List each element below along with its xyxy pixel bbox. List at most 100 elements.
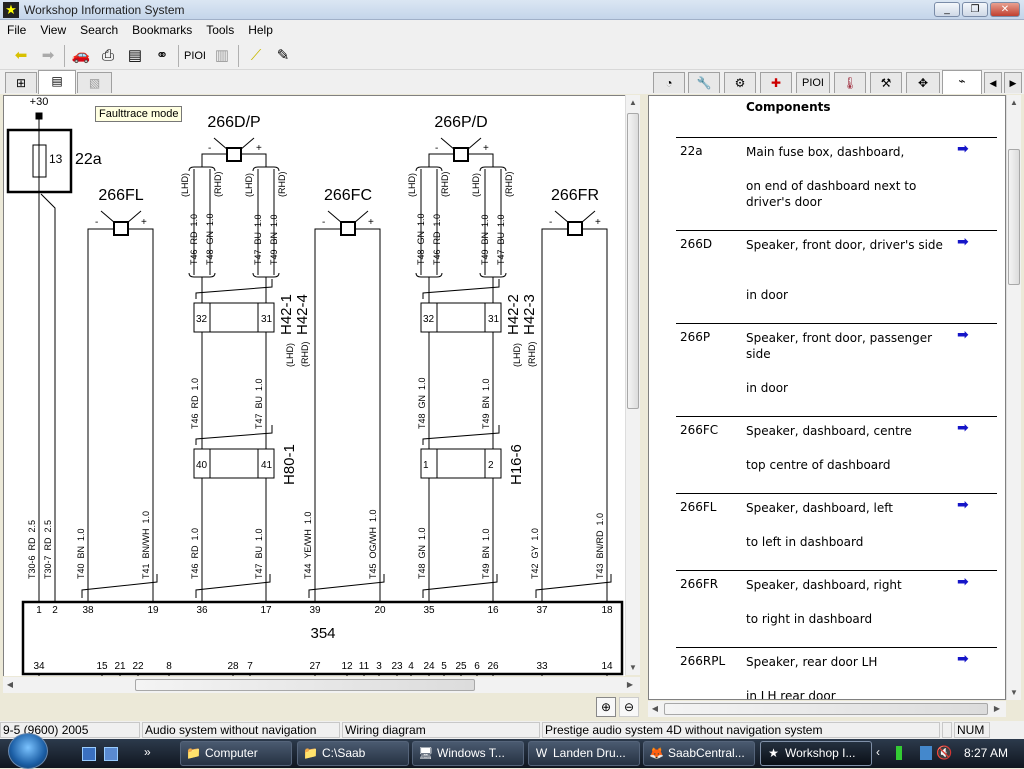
arrow-right-icon[interactable]: ➡ bbox=[957, 651, 969, 667]
tab-gears[interactable]: ⚙ bbox=[724, 72, 756, 93]
scroll-up-arrow[interactable]: ▲ bbox=[1007, 98, 1021, 107]
scroll-down-arrow[interactable]: ▼ bbox=[1007, 688, 1021, 697]
quicklaunch-more-icon[interactable]: » bbox=[144, 745, 151, 759]
components-vertical-scrollbar[interactable]: ▲ ▼ bbox=[1006, 95, 1021, 700]
tab-wiring[interactable]: ⌁ bbox=[942, 70, 982, 94]
diagram-horizontal-scrollbar[interactable]: ◀ ▶ bbox=[3, 677, 640, 693]
scroll-right-arrow[interactable]: ▶ bbox=[623, 680, 637, 689]
wire-label: T48 GN 1.0 bbox=[417, 527, 427, 579]
components-horizontal-scrollbar[interactable]: ◀ ▶ bbox=[648, 701, 1006, 717]
scroll-thumb[interactable] bbox=[135, 679, 475, 691]
connectors: 32 31 40 41 H42-1 H42-4 (LHD) (RHD) H80-1 T46 RD … bbox=[190, 279, 538, 485]
tab-gauge[interactable]: ◔ bbox=[653, 72, 685, 93]
tab-first-aid[interactable]: ✚ bbox=[760, 72, 792, 93]
arrow-right-icon[interactable]: ➡ bbox=[957, 234, 969, 250]
wire-label: T49 BN 1.0 bbox=[480, 214, 490, 265]
pioi-button[interactable]: PIOI bbox=[183, 45, 207, 67]
lhd-label: (LHD) bbox=[244, 173, 254, 197]
supply-label: +30 bbox=[30, 96, 49, 108]
tab-diagram[interactable]: ▧ bbox=[77, 72, 112, 93]
show-desktop-icon[interactable] bbox=[82, 747, 96, 761]
tab-document[interactable]: ▤ bbox=[38, 70, 76, 94]
tech2-icon[interactable]: ▥ bbox=[210, 45, 234, 67]
wrench-icon: 🔧 bbox=[696, 76, 712, 90]
tab-scroll-left[interactable]: ◀ bbox=[984, 72, 1002, 93]
scroll-thumb[interactable] bbox=[664, 703, 988, 715]
close-button[interactable]: ✕ bbox=[990, 2, 1020, 17]
zoom-out-icon[interactable]: ⊖ bbox=[619, 697, 639, 717]
menu-view[interactable]: View bbox=[33, 20, 73, 38]
connector-right_connectors[interactable]: 32 31 1 2 H42-2 H42-3 (LHD) (RHD) H16-6 T48 GN 1.… bbox=[417, 279, 538, 485]
tray-volume-icon[interactable]: 🔇 bbox=[936, 745, 952, 761]
menu-file[interactable]: File bbox=[0, 20, 33, 38]
scroll-thumb[interactable] bbox=[1008, 149, 1020, 285]
tab-wrench[interactable]: 🔧 bbox=[688, 72, 720, 93]
minus-label: - bbox=[322, 217, 325, 228]
menu-search[interactable]: Search bbox=[73, 20, 125, 38]
speaker-label: 266D/P bbox=[207, 114, 260, 131]
arrow-right-icon[interactable]: ➡ bbox=[957, 574, 969, 590]
pin-label: 14 bbox=[601, 661, 613, 672]
component-name: Speaker, dashboard, centre bbox=[746, 424, 912, 438]
back-arrow-icon[interactable]: ⬅ bbox=[9, 45, 33, 67]
connector-left_connectors[interactable]: 32 31 40 41 H42-1 H42-4 (LHD) (RHD) H80-1 T46 RD … bbox=[190, 279, 311, 485]
minimize-button[interactable]: _ bbox=[934, 2, 960, 17]
connector-label: H16-6 bbox=[508, 444, 525, 485]
taskbar-item[interactable]: W Landen Dru... bbox=[528, 741, 640, 766]
unit-354[interactable]: 354 1 2 38 19 36 17 39 20 35 16 37 1834 15 21 22 8 28 7 27… bbox=[21, 600, 624, 676]
tab-tree[interactable]: ⊞ bbox=[5, 72, 37, 93]
wiring-diagram[interactable]: +30 13 22a 266FL - +266FC - +266FR - +266D/P - +… bbox=[3, 95, 625, 676]
wire-label: T42 GY 1.0 bbox=[530, 528, 540, 579]
note-icon[interactable]: ✎ bbox=[271, 45, 295, 67]
taskbar-item[interactable]: 🖥 Windows T... bbox=[412, 741, 524, 766]
tray-expand-icon[interactable]: ‹ bbox=[876, 745, 880, 759]
tab-move[interactable]: ✥ bbox=[906, 72, 940, 93]
scroll-thumb[interactable] bbox=[627, 113, 639, 409]
scroll-left-arrow[interactable]: ◀ bbox=[648, 704, 662, 713]
scroll-up-arrow[interactable]: ▲ bbox=[626, 98, 640, 107]
maximize-button[interactable]: ❐ bbox=[962, 2, 988, 17]
taskbar-app-icon: 🖥 bbox=[418, 746, 434, 760]
component-row: 266FC Speaker, dashboard, centre top cen… bbox=[676, 416, 997, 493]
zoom-in-icon[interactable]: ⊕ bbox=[596, 697, 616, 717]
menu-bookmarks[interactable]: Bookmarks bbox=[125, 20, 199, 38]
scroll-down-arrow[interactable]: ▼ bbox=[626, 663, 640, 672]
ruler-icon[interactable]: ⟋ bbox=[244, 45, 268, 67]
tab-thermometer[interactable]: 🌡 bbox=[834, 72, 866, 93]
wire-label: T49 BN 1.0 bbox=[481, 378, 491, 429]
scroll-left-arrow[interactable]: ◀ bbox=[3, 680, 17, 689]
rhd-label: (RHD) bbox=[504, 172, 514, 198]
arrow-right-icon[interactable]: ➡ bbox=[957, 141, 969, 157]
pin-label: 20 bbox=[374, 605, 386, 616]
menu-help[interactable]: Help bbox=[241, 20, 280, 38]
print-icon[interactable]: ⎙ bbox=[96, 45, 120, 67]
tray-battery-icon[interactable] bbox=[896, 746, 902, 760]
diagram-vertical-scrollbar[interactable]: ▲ ▼ bbox=[625, 95, 640, 675]
menu-tools[interactable]: Tools bbox=[199, 20, 241, 38]
binoculars-icon[interactable]: ⚭ bbox=[150, 45, 174, 67]
tray-network-icon[interactable] bbox=[920, 746, 932, 760]
taskbar-item[interactable]: ★ Workshop I... bbox=[760, 741, 872, 766]
tab-pioi[interactable]: PIOI bbox=[796, 72, 830, 93]
forward-arrow-icon[interactable]: ➡ bbox=[36, 45, 60, 67]
plus-label: + bbox=[595, 217, 601, 228]
taskbar-item[interactable]: 📁 Computer bbox=[180, 741, 292, 766]
taskbar-item[interactable]: 🦊 SaabCentral... bbox=[643, 741, 755, 766]
clock[interactable]: 8:27 AM bbox=[964, 746, 1008, 760]
arrow-right-icon[interactable]: ➡ bbox=[957, 327, 969, 343]
toolbar-divider bbox=[64, 45, 65, 67]
car-icon[interactable]: 🚗 bbox=[69, 45, 93, 67]
pin-label: 2 bbox=[488, 460, 494, 471]
arrow-right-icon[interactable]: ➡ bbox=[957, 497, 969, 513]
tab-tools[interactable]: ⚒ bbox=[870, 72, 902, 93]
scroll-right-arrow[interactable]: ▶ bbox=[990, 704, 1004, 713]
taskbar-item[interactable]: 📁 C:\Saab bbox=[297, 741, 409, 766]
unit-id: 354 bbox=[310, 625, 335, 642]
download-doc-icon[interactable]: ▤ bbox=[123, 45, 147, 67]
tab-scroll-right[interactable]: ▶ bbox=[1004, 72, 1022, 93]
switch-windows-icon[interactable] bbox=[104, 747, 118, 761]
pin-label: 38 bbox=[82, 605, 94, 616]
arrow-right-icon[interactable]: ➡ bbox=[957, 420, 969, 436]
start-button[interactable] bbox=[8, 733, 48, 769]
pin-label: 17 bbox=[260, 605, 272, 616]
